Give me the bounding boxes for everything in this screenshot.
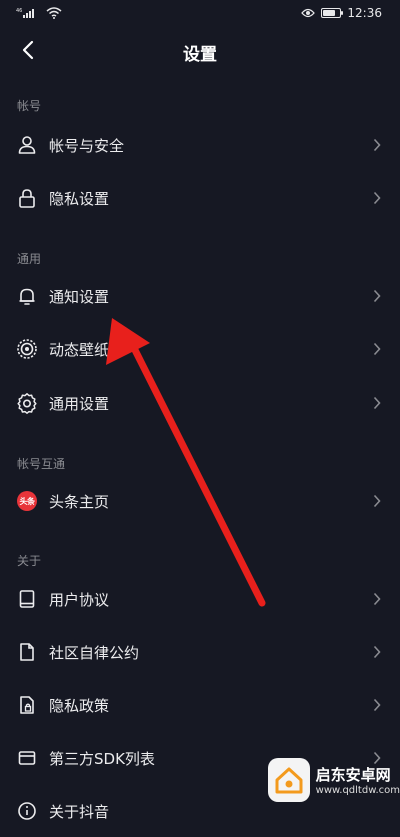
toutiao-icon: 头条: [16, 490, 38, 512]
toutiao-badge: 头条: [17, 491, 37, 511]
user-icon: [16, 134, 38, 156]
watermark-url: www.qdltdw.com: [315, 785, 400, 796]
watermark-name: 启东安卓网: [315, 766, 391, 784]
chevron-right-icon: [372, 494, 382, 508]
chevron-right-icon: [372, 289, 382, 303]
settings-item-label: 第三方SDK列表: [49, 749, 155, 768]
wifi-icon: [46, 7, 62, 19]
settings-item-label: 头条主页: [49, 492, 110, 511]
settings-item-user-agreement[interactable]: 用户协议: [0, 573, 400, 625]
svg-text:46: 46: [16, 8, 22, 14]
settings-item-notifications[interactable]: 通知设置: [0, 270, 400, 322]
nav-bar: 设置: [0, 26, 400, 78]
watermark: 启东安卓网 www.qdltdw.com: [268, 744, 400, 816]
chevron-right-icon: [372, 191, 382, 205]
chevron-right-icon: [372, 698, 382, 712]
settings-item-label: 通知设置: [49, 287, 110, 306]
chevron-right-icon: [372, 342, 382, 356]
section-header-about: 关于: [17, 554, 42, 568]
eye-icon: [301, 8, 316, 18]
settings-item-toutiao-homepage[interactable]: 头条 头条主页: [0, 475, 400, 527]
battery-icon: [321, 8, 344, 18]
settings-item-account-security[interactable]: 帐号与安全: [0, 119, 400, 171]
settings-item-label: 动态壁纸: [49, 340, 110, 359]
settings-item-privacy[interactable]: 隐私设置: [0, 172, 400, 224]
status-bar: 46 12:36: [0, 0, 400, 26]
settings-item-label: 隐私设置: [49, 189, 110, 208]
wallpaper-icon: [16, 338, 38, 360]
chevron-right-icon: [372, 396, 382, 410]
signal-icon: 46: [16, 7, 40, 19]
battery-fill: [323, 10, 336, 16]
settings-item-label: 关于抖音: [49, 802, 110, 821]
settings-item-general[interactable]: 通用设置: [0, 377, 400, 429]
settings-item-community-guidelines[interactable]: 社区自律公约: [0, 626, 400, 678]
settings-item-privacy-policy[interactable]: 隐私政策: [0, 679, 400, 731]
bell-icon: [16, 285, 38, 307]
privacy-doc-icon: [16, 694, 38, 716]
document-icon: [16, 641, 38, 663]
book-icon: [16, 588, 38, 610]
chevron-right-icon: [372, 645, 382, 659]
settings-item-label: 用户协议: [49, 590, 110, 609]
section-header-account-link: 帐号互通: [17, 457, 66, 471]
clock: 12:36: [347, 6, 382, 20]
chevron-right-icon: [372, 138, 382, 152]
lock-icon: [16, 187, 38, 209]
section-header-account: 帐号: [17, 99, 42, 113]
chevron-right-icon: [372, 592, 382, 606]
settings-item-label: 隐私政策: [49, 696, 110, 715]
settings-item-live-wallpaper[interactable]: 动态壁纸: [0, 323, 400, 375]
card-icon: [16, 747, 38, 769]
settings-item-label: 社区自律公约: [49, 643, 140, 662]
section-header-general: 通用: [17, 252, 42, 266]
settings-item-label: 帐号与安全: [49, 136, 125, 155]
settings-item-label: 通用设置: [49, 394, 110, 413]
gear-icon: [16, 392, 38, 414]
watermark-logo-icon: [268, 758, 310, 802]
info-icon: [16, 800, 38, 822]
page-title: 设置: [183, 45, 217, 65]
